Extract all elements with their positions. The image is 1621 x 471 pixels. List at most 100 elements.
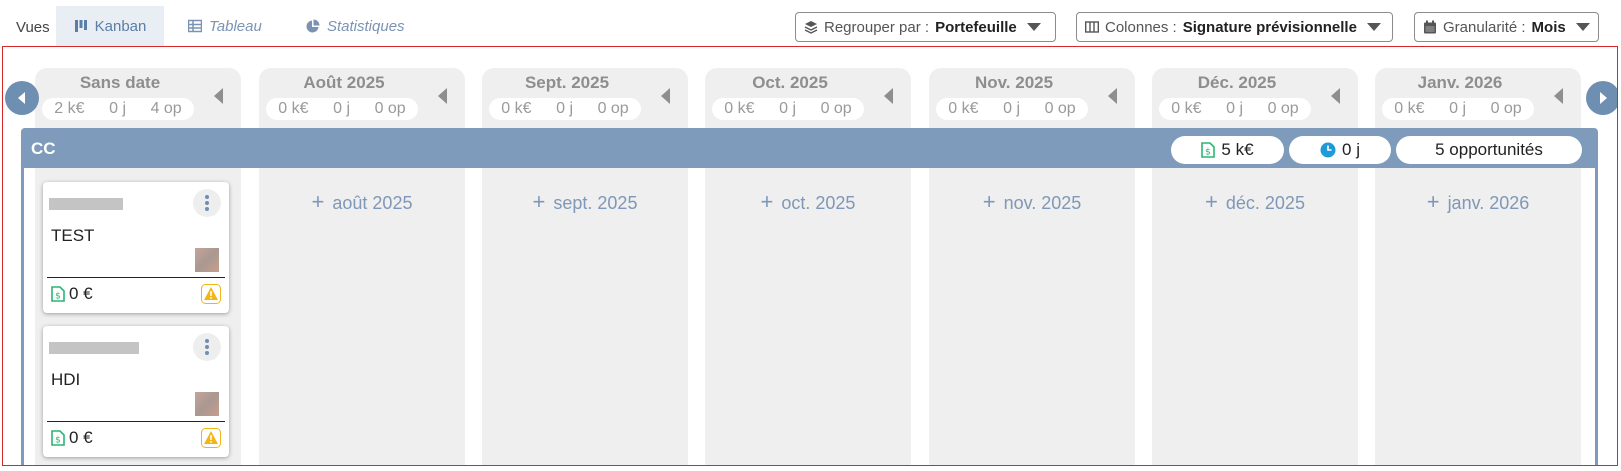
group-days: 0 j: [1342, 140, 1360, 159]
chevron-down-icon: [1026, 23, 1041, 31]
tab-kanban[interactable]: Kanban: [56, 6, 164, 46]
plus-icon: +: [1426, 189, 1440, 214]
card-title: TEST: [51, 226, 95, 245]
column-title: Nov. 2025: [974, 73, 1054, 92]
collapse-column-icon[interactable]: [1108, 88, 1117, 104]
svg-text:$: $: [1206, 148, 1212, 158]
card-amount: $ 0 €: [51, 284, 93, 304]
card-menu-button[interactable]: [193, 189, 221, 217]
column-amount: 0 k€: [724, 100, 755, 117]
scroll-right-button[interactable]: [1586, 81, 1617, 115]
add-opportunity-label: janv. 2026: [1447, 193, 1530, 213]
card-amount-value: 0 €: [69, 428, 93, 447]
add-opportunity-button[interactable]: + sept. 2025: [482, 189, 688, 215]
column-ops: 0 op: [820, 100, 852, 117]
group-by-label: Regrouper par :: [824, 18, 930, 36]
card-client-name-redacted: [49, 198, 123, 210]
group-days-badge: 0 j: [1289, 136, 1391, 164]
view-toolbar: Vues Kanban Tableau Statistiques Regroup…: [0, 0, 1621, 46]
plus-icon: +: [760, 189, 774, 214]
add-opportunity-button[interactable]: + août 2025: [259, 189, 465, 215]
column-ops: 0 op: [597, 100, 629, 117]
column-title: Déc. 2025: [1197, 73, 1277, 92]
warning-icon: [201, 284, 221, 304]
columns-icon: [1085, 21, 1099, 33]
card-amount: $ 0 €: [51, 428, 93, 448]
granularity-dropdown[interactable]: Granularité : Mois: [1414, 12, 1599, 42]
column-title: Sans date: [79, 73, 161, 92]
add-opportunity-label: sept. 2025: [553, 193, 638, 213]
tab-tableau[interactable]: Tableau: [188, 6, 262, 46]
collapse-column-icon[interactable]: [1554, 88, 1563, 104]
column-days: 0 j: [1449, 100, 1466, 117]
column-ops: 4 op: [150, 100, 182, 117]
columns-dropdown[interactable]: Colonnes : Signature prévisionnelle: [1076, 12, 1393, 42]
views-label: Vues: [16, 19, 50, 36]
chevron-right-icon: [1600, 92, 1607, 104]
collapse-column-icon[interactable]: [884, 88, 893, 104]
collapse-column-icon[interactable]: [438, 88, 447, 104]
column-amount: 2 k€: [54, 100, 85, 117]
svg-text:$: $: [55, 292, 61, 302]
scroll-left-button[interactable]: [5, 81, 39, 115]
group-by-value: Portefeuille: [935, 18, 1017, 36]
columns-value: Signature prévisionnelle: [1182, 18, 1357, 36]
card-amount-value: 0 €: [69, 284, 93, 303]
group-opportunities: 5 opportunités: [1435, 140, 1543, 159]
card-divider: [47, 421, 225, 422]
collapse-column-icon[interactable]: [214, 88, 223, 104]
warning-icon: [201, 428, 221, 448]
chevron-left-icon: [18, 92, 25, 104]
add-opportunity-button[interactable]: + janv. 2026: [1375, 189, 1581, 215]
add-opportunity-label: déc. 2025: [1225, 193, 1305, 213]
collapse-column-icon[interactable]: [661, 88, 670, 104]
add-opportunity-button[interactable]: + oct. 2025: [705, 189, 911, 215]
column-ops: 0 op: [1044, 100, 1076, 117]
tab-statistiques[interactable]: Statistiques: [306, 6, 405, 46]
tab-tableau-label: Tableau: [209, 17, 262, 35]
column-ops: 0 op: [374, 100, 406, 117]
column-amount: 0 k€: [501, 100, 532, 117]
plus-icon: +: [311, 189, 325, 214]
column-amount: 0 k€: [1171, 100, 1202, 117]
group-amount: 5 k€: [1221, 140, 1254, 159]
avatar: [195, 248, 219, 272]
column-title: Août 2025: [303, 73, 385, 92]
add-opportunity-button[interactable]: + déc. 2025: [1152, 189, 1358, 215]
collapse-column-icon[interactable]: [1331, 88, 1340, 104]
invoice-dollar-icon: $: [1201, 142, 1216, 158]
tab-statistiques-label: Statistiques: [327, 17, 405, 35]
opportunity-card[interactable]: TEST $ 0 €: [43, 182, 229, 313]
add-opportunity-label: nov. 2025: [1003, 193, 1082, 213]
add-opportunity-button[interactable]: + nov. 2025: [929, 189, 1135, 215]
group-opportunities-badge: 5 opportunités: [1396, 136, 1582, 164]
column-amount: 0 k€: [1394, 100, 1425, 117]
calendar-icon: [1424, 20, 1436, 34]
column-days: 0 j: [556, 100, 573, 117]
opportunity-card[interactable]: HDI $ 0 €: [43, 326, 229, 457]
layers-icon: [804, 21, 818, 34]
chevron-down-icon: [1575, 23, 1590, 31]
column-stats: 2 k€ 0 j 4 op: [42, 98, 194, 120]
group-header[interactable]: CC $ 5 k€ 0 j 5 opportunités: [21, 128, 1598, 168]
chevron-down-icon: [1366, 23, 1381, 31]
column-title: Sept. 2025: [524, 73, 610, 92]
add-opportunity-label: oct. 2025: [781, 193, 856, 213]
group-by-dropdown[interactable]: Regrouper par : Portefeuille: [795, 12, 1056, 42]
column-ops: 0 op: [1267, 100, 1299, 117]
column-days: 0 j: [1003, 100, 1020, 117]
invoice-dollar-icon: $: [51, 286, 65, 302]
column-days: 0 j: [333, 100, 350, 117]
granularity-label: Granularité :: [1443, 18, 1526, 36]
column-days: 0 j: [1226, 100, 1243, 117]
kanban-board: Sans date 2 k€ 0 j 4 op Août 2025 0 k€ 0…: [2, 46, 1618, 466]
group-name: CC: [31, 139, 56, 158]
card-divider: [47, 277, 225, 278]
plus-icon: +: [1205, 189, 1218, 214]
card-menu-button[interactable]: [193, 333, 221, 361]
clock-icon: [1320, 142, 1336, 158]
plus-icon: +: [532, 189, 546, 214]
invoice-dollar-icon: $: [51, 430, 65, 446]
columns-label: Colonnes :: [1105, 18, 1177, 36]
column-stats: 0 k€ 0 j 0 op: [489, 98, 641, 120]
